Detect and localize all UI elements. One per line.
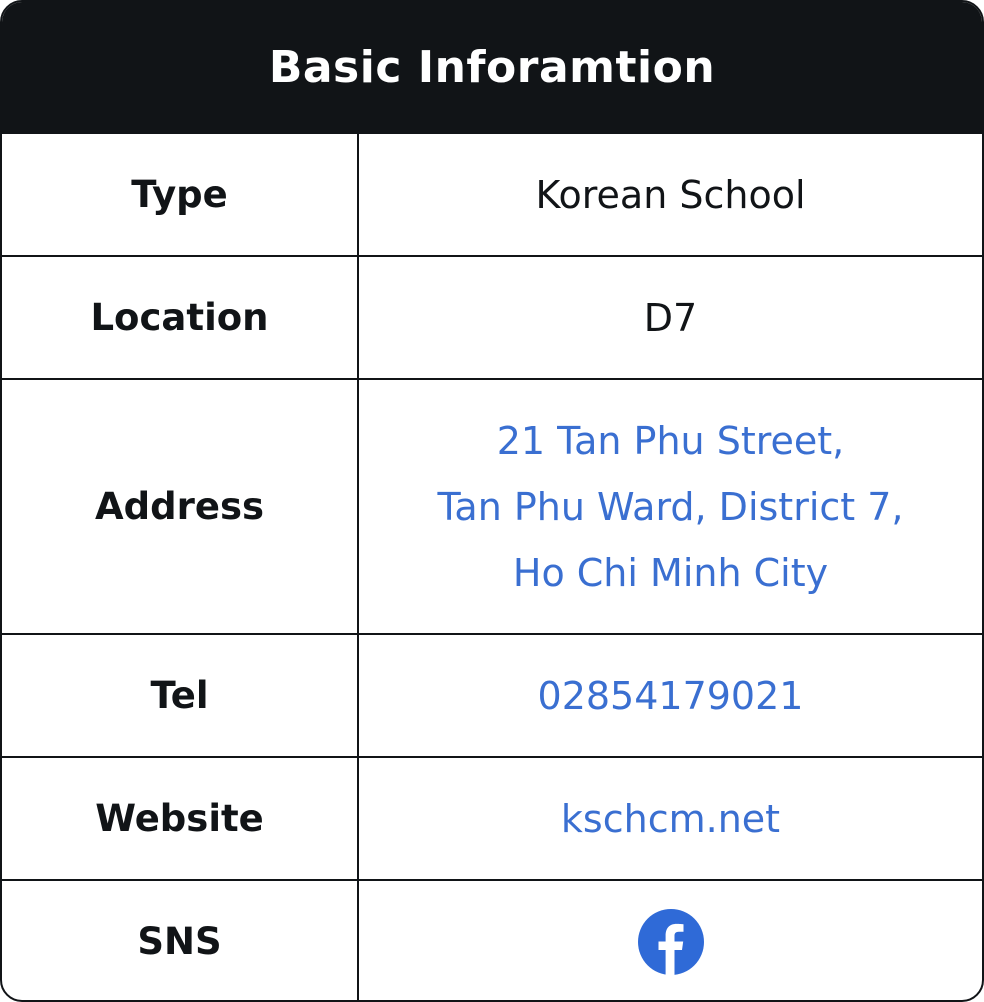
- type-value: Korean School: [535, 172, 806, 217]
- row-address: Address 21 Tan Phu Street, Tan Phu Ward,…: [2, 378, 982, 633]
- website-label: Website: [2, 758, 359, 879]
- address-label: Address: [2, 380, 359, 633]
- tel-link[interactable]: 02854179021: [359, 635, 982, 756]
- address-line-3[interactable]: Ho Chi Minh City: [513, 540, 828, 606]
- website-link[interactable]: kschcm.net: [359, 758, 982, 879]
- row-type: Type Korean School: [2, 132, 982, 255]
- location-value: D7: [643, 295, 698, 340]
- location-label: Location: [2, 257, 359, 378]
- address-line-2[interactable]: Tan Phu Ward, District 7,: [437, 474, 903, 540]
- facebook-icon[interactable]: [637, 908, 704, 975]
- row-tel: Tel 02854179021: [2, 633, 982, 756]
- row-sns: SNS: [2, 879, 982, 1000]
- sns-label: SNS: [2, 881, 359, 1000]
- address-line-1[interactable]: 21 Tan Phu Street,: [497, 408, 845, 474]
- address-link[interactable]: 21 Tan Phu Street, Tan Phu Ward, Distric…: [359, 380, 982, 633]
- row-website: Website kschcm.net: [2, 756, 982, 879]
- row-location: Location D7: [2, 255, 982, 378]
- sns-value: [359, 881, 982, 1000]
- tel-label: Tel: [2, 635, 359, 756]
- card-title: Basic Inforamtion: [2, 2, 982, 132]
- basic-information-card: Basic Inforamtion Type Korean School Loc…: [0, 0, 984, 1002]
- type-label: Type: [2, 134, 359, 255]
